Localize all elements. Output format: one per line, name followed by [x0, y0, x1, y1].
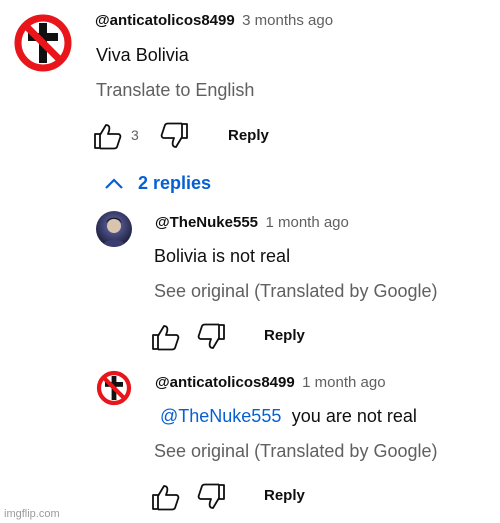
comment-author[interactable]: @anticatolicos8499 [95, 12, 235, 29]
reply-2-like-button[interactable] [150, 483, 182, 511]
thumbs-down-icon [197, 483, 225, 509]
comment-text: Viva Bolivia [96, 45, 189, 65]
thumbs-down-icon [160, 122, 188, 148]
reply-2-text-row: @TheNuke555 you are not real [160, 406, 417, 427]
reply-2-time[interactable]: 1 month ago [302, 374, 385, 391]
dislike-button[interactable] [160, 122, 192, 150]
replies-toggle-label: 2 replies [138, 173, 212, 193]
avatar-thenuke[interactable] [96, 211, 132, 247]
reply-button[interactable]: Reply [228, 127, 269, 144]
user-avatar-icon [96, 211, 132, 247]
comment-time[interactable]: 3 months ago [242, 12, 333, 29]
no-cross-avatar-icon [96, 370, 132, 406]
reply-2-see-original-link[interactable]: See original (Translated by Google) [154, 441, 437, 462]
reply-1-dislike-button[interactable] [197, 323, 229, 351]
reply-2-dislike-button[interactable] [197, 483, 229, 511]
like-count: 3 [131, 127, 139, 143]
reply-2-mention-link[interactable]: @TheNuke555 [160, 406, 281, 426]
reply-1-reply-button[interactable]: Reply [264, 327, 305, 344]
thumbs-up-icon [152, 325, 180, 351]
chevron-up-icon [105, 177, 123, 189]
thumbs-down-icon [197, 323, 225, 349]
thumbs-up-icon [152, 485, 180, 511]
no-cross-avatar-icon [13, 13, 73, 73]
replies-toggle-button[interactable]: 2 replies [104, 173, 211, 194]
reply-2-author[interactable]: @anticatolicos8499 [155, 374, 295, 391]
reply-2-reply-button[interactable]: Reply [264, 487, 305, 504]
translate-link[interactable]: Translate to English [96, 80, 254, 101]
reply-2-text: you are not real [291, 406, 417, 426]
reply-1-time[interactable]: 1 month ago [265, 214, 348, 231]
comment-header: @anticatolicos8499 3 months ago [95, 12, 333, 30]
reply-1-like-button[interactable] [150, 323, 182, 351]
reply-1-see-original-link[interactable]: See original (Translated by Google) [154, 281, 437, 302]
avatar-anticatolicos[interactable] [13, 13, 73, 73]
reply-1-text: Bolivia is not real [154, 246, 291, 266]
reply-1-header: @TheNuke555 1 month ago [155, 214, 349, 232]
like-button[interactable] [92, 122, 124, 150]
thumbs-up-icon [94, 124, 122, 150]
avatar-anticatolicos-reply[interactable] [96, 370, 132, 406]
reply-1-author[interactable]: @TheNuke555 [155, 214, 258, 231]
reply-2-header: @anticatolicos8499 1 month ago [155, 374, 386, 392]
imgflip-watermark: imgflip.com [4, 508, 60, 520]
